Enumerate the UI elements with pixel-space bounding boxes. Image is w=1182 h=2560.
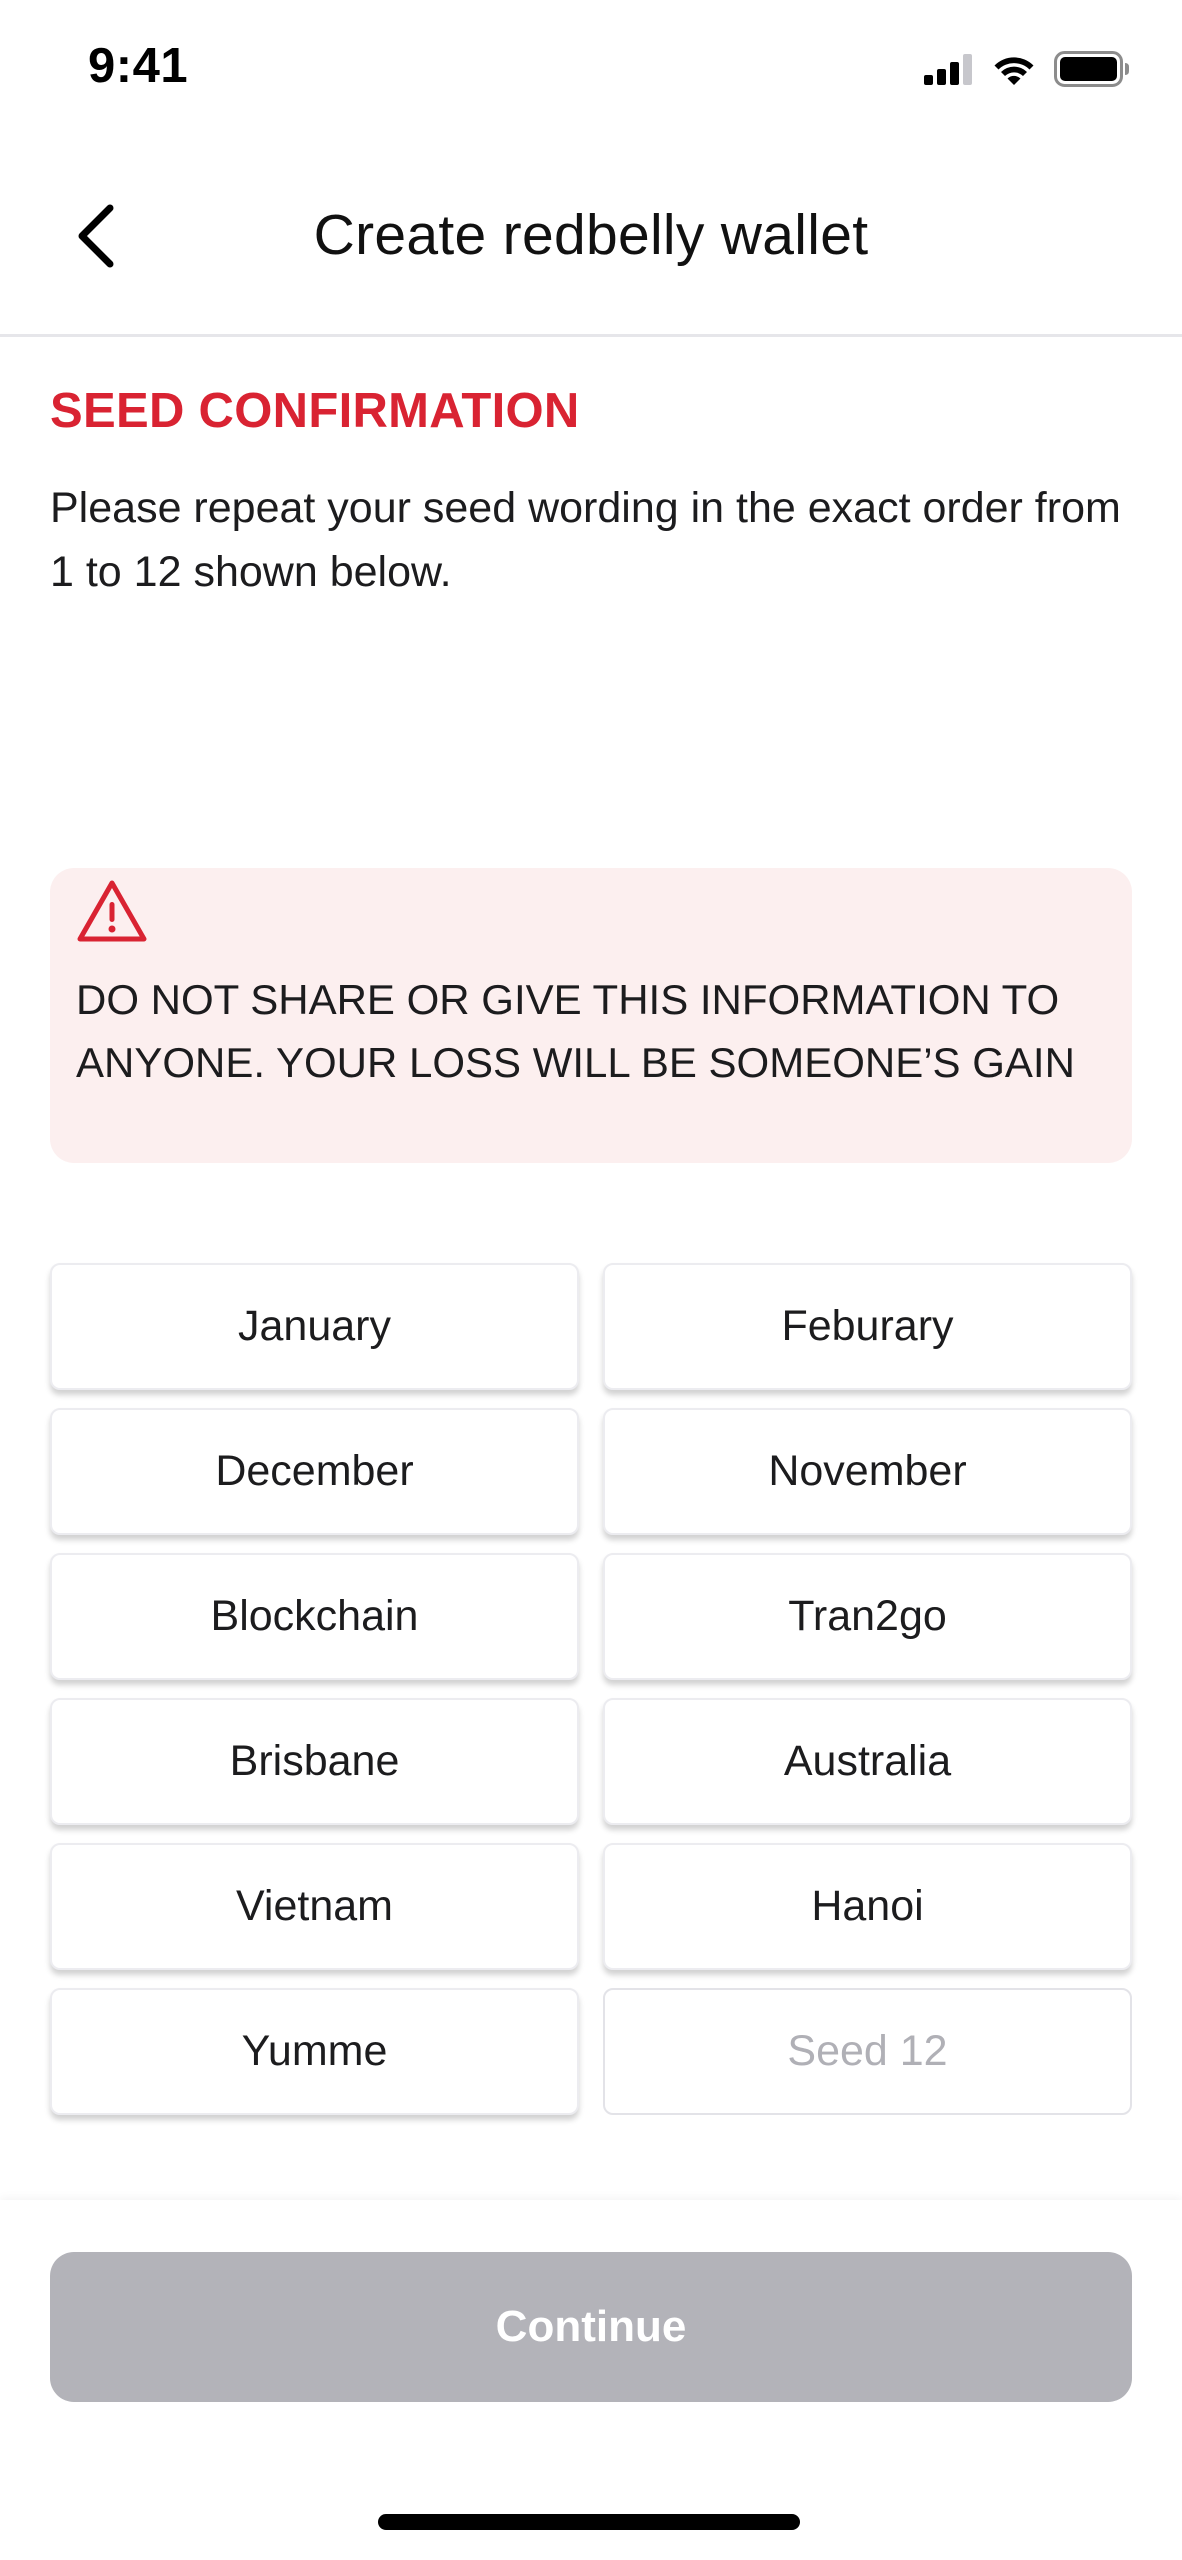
seed-word-chip[interactable]: Yumme	[50, 1988, 579, 2115]
seed-word-chip[interactable]: December	[50, 1408, 579, 1535]
seed-word-chip[interactable]: Tran2go	[603, 1553, 1132, 1680]
cellular-signal-icon	[924, 53, 974, 85]
warning-text: DO NOT SHARE OR GIVE THIS INFORMATION TO…	[76, 976, 1075, 1086]
warning-triangle-icon	[76, 878, 148, 944]
instruction-text: Please repeat your seed wording in the e…	[50, 484, 1121, 596]
seed-word-chip[interactable]: Vietnam	[50, 1843, 579, 1970]
status-icons	[924, 48, 1130, 90]
continue-button[interactable]: Continue	[50, 2252, 1132, 2402]
warning-box: DO NOT SHARE OR GIVE THIS INFORMATION TO…	[50, 868, 1132, 1163]
battery-icon	[1054, 51, 1130, 87]
status-bar: 9:41	[0, 0, 1182, 140]
seed-word-chip[interactable]: Blockchain	[50, 1553, 579, 1680]
seed-word-chip[interactable]: Brisbane	[50, 1698, 579, 1825]
section-heading: SEED CONFIRMATION	[50, 384, 580, 438]
seed-word-slot-empty[interactable]: Seed 12	[603, 1988, 1132, 2115]
navigation-bar: Create redbelly wallet	[0, 140, 1182, 337]
seed-word-chip[interactable]: Feburary	[603, 1263, 1132, 1390]
seed-word-grid: January Feburary December November Block…	[50, 1263, 1132, 2115]
wifi-icon	[992, 52, 1036, 86]
page-title: Create redbelly wallet	[313, 203, 869, 267]
status-time: 9:41	[88, 39, 189, 93]
footer: Continue	[0, 2200, 1182, 2560]
seed-word-chip[interactable]: Australia	[603, 1698, 1132, 1825]
seed-word-chip[interactable]: Hanoi	[603, 1843, 1132, 1970]
seed-word-chip[interactable]: November	[603, 1408, 1132, 1535]
home-indicator	[378, 2514, 800, 2530]
seed-word-chip[interactable]: January	[50, 1263, 579, 1390]
